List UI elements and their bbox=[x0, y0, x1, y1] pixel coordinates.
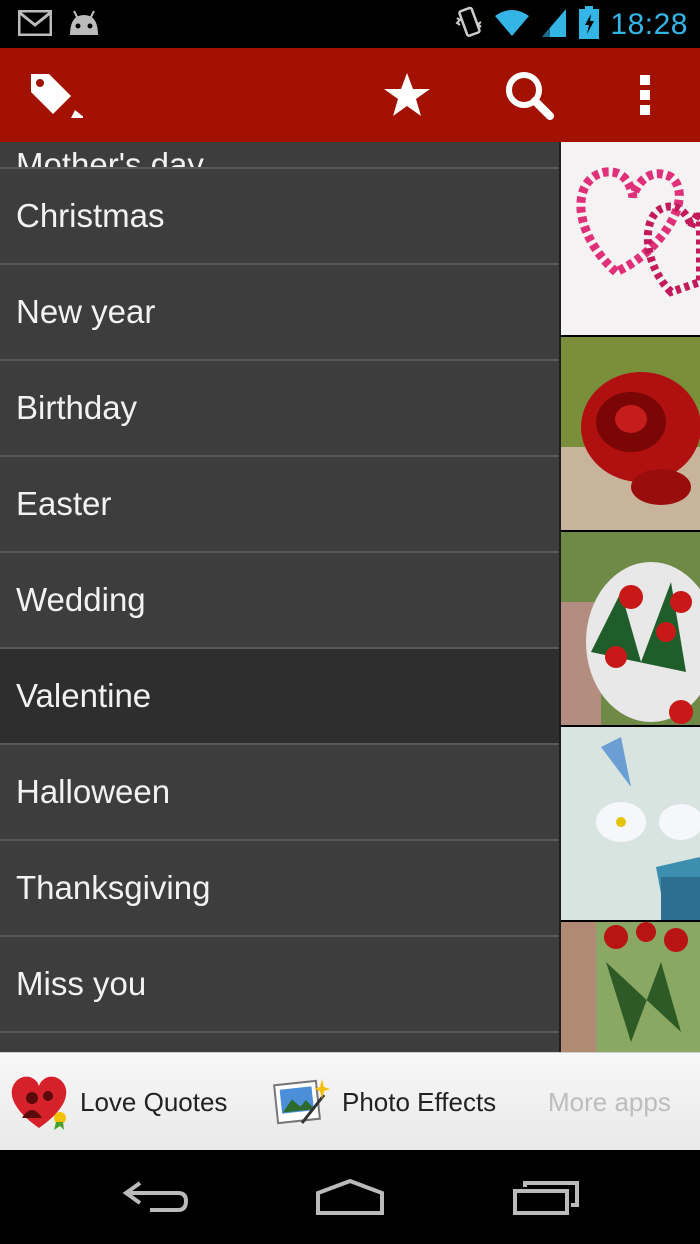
more-apps-label: More apps bbox=[548, 1086, 671, 1117]
drawer-item-label: New year bbox=[16, 293, 156, 330]
android-debug-icon bbox=[66, 9, 102, 41]
hearts-flower-image[interactable] bbox=[561, 142, 700, 335]
photo-effects-icon bbox=[272, 1073, 330, 1131]
drawer-item-wedding[interactable]: Wedding bbox=[0, 553, 559, 649]
drawer-item-mothers-day[interactable]: Mother's day bbox=[0, 142, 559, 169]
love-quotes-icon bbox=[8, 1072, 70, 1132]
status-time: 18:28 bbox=[610, 8, 688, 41]
love-quotes-label: Love Quotes bbox=[80, 1086, 228, 1117]
system-nav-bar bbox=[0, 1150, 700, 1244]
photo-effects-link[interactable]: Photo Effects bbox=[272, 1053, 496, 1151]
drawer-item-label: Easter bbox=[16, 485, 112, 522]
red-rose-image[interactable] bbox=[561, 337, 700, 530]
drawer-item-easter[interactable]: Easter bbox=[0, 457, 559, 553]
drawer-item-valentine[interactable]: Valentine bbox=[0, 649, 559, 745]
white-flowers-image[interactable] bbox=[561, 727, 700, 920]
drawer-item-halloween[interactable]: Halloween bbox=[0, 745, 559, 841]
drawer-item-christmas[interactable]: Christmas bbox=[0, 169, 559, 265]
recent-apps-icon[interactable] bbox=[486, 1150, 606, 1244]
home-icon[interactable] bbox=[290, 1150, 410, 1244]
drawer-item-label: Christmas bbox=[16, 197, 165, 234]
love-quotes-link[interactable]: Love Quotes bbox=[8, 1053, 227, 1151]
back-icon[interactable] bbox=[95, 1150, 215, 1244]
drawer-item-birthday[interactable]: Birthday bbox=[0, 361, 559, 457]
navigation-drawer: Mother's day Christmas New year Birthday… bbox=[0, 142, 559, 1052]
star-icon[interactable] bbox=[372, 48, 442, 142]
vibrate-icon bbox=[454, 6, 484, 44]
drawer-item-label: Wedding bbox=[16, 581, 146, 618]
rose-bouquet-image[interactable] bbox=[561, 532, 700, 725]
drawer-item-miss-you[interactable]: Miss you bbox=[0, 937, 559, 1033]
drawer-item-new-year[interactable]: New year bbox=[0, 265, 559, 361]
drawer-item-label: Birthday bbox=[16, 389, 138, 426]
search-icon[interactable] bbox=[494, 48, 564, 142]
promo-bar: Love Quotes Photo Effects More apps bbox=[0, 1052, 700, 1151]
photo-effects-label: Photo Effects bbox=[342, 1086, 497, 1117]
signal-icon bbox=[540, 7, 568, 43]
thumbnail-grid bbox=[561, 142, 700, 1052]
drawer-item-label: Valentine bbox=[16, 677, 152, 714]
drawer-item-label: Mother's day bbox=[16, 146, 204, 169]
overflow-menu-icon[interactable] bbox=[620, 48, 670, 142]
wifi-icon bbox=[494, 8, 530, 42]
status-bar: 18:28 bbox=[0, 0, 700, 48]
drawer-item-label: Thanksgiving bbox=[16, 869, 211, 906]
tag-icon[interactable] bbox=[18, 48, 88, 142]
drawer-item-label: Miss you bbox=[16, 965, 147, 1002]
roses-vase-image[interactable] bbox=[561, 922, 700, 1052]
drawer-item-label: Halloween bbox=[16, 773, 171, 810]
more-apps-link[interactable]: More apps bbox=[548, 1053, 671, 1151]
battery-charging-icon bbox=[578, 6, 600, 44]
drawer-item-thanksgiving[interactable]: Thanksgiving bbox=[0, 841, 559, 937]
gmail-icon bbox=[17, 9, 53, 40]
action-bar bbox=[0, 48, 700, 142]
